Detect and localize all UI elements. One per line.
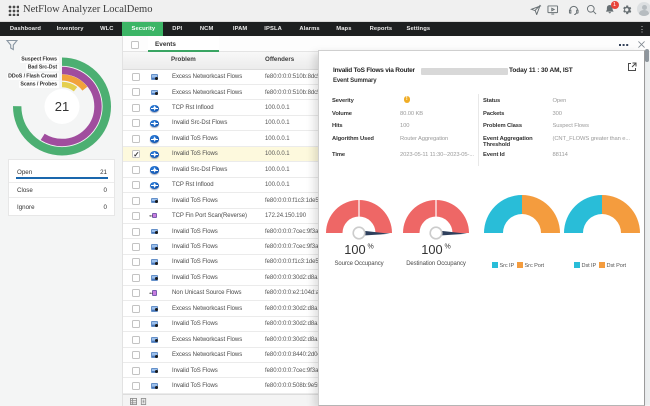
svg-text:21: 21 <box>55 99 69 114</box>
